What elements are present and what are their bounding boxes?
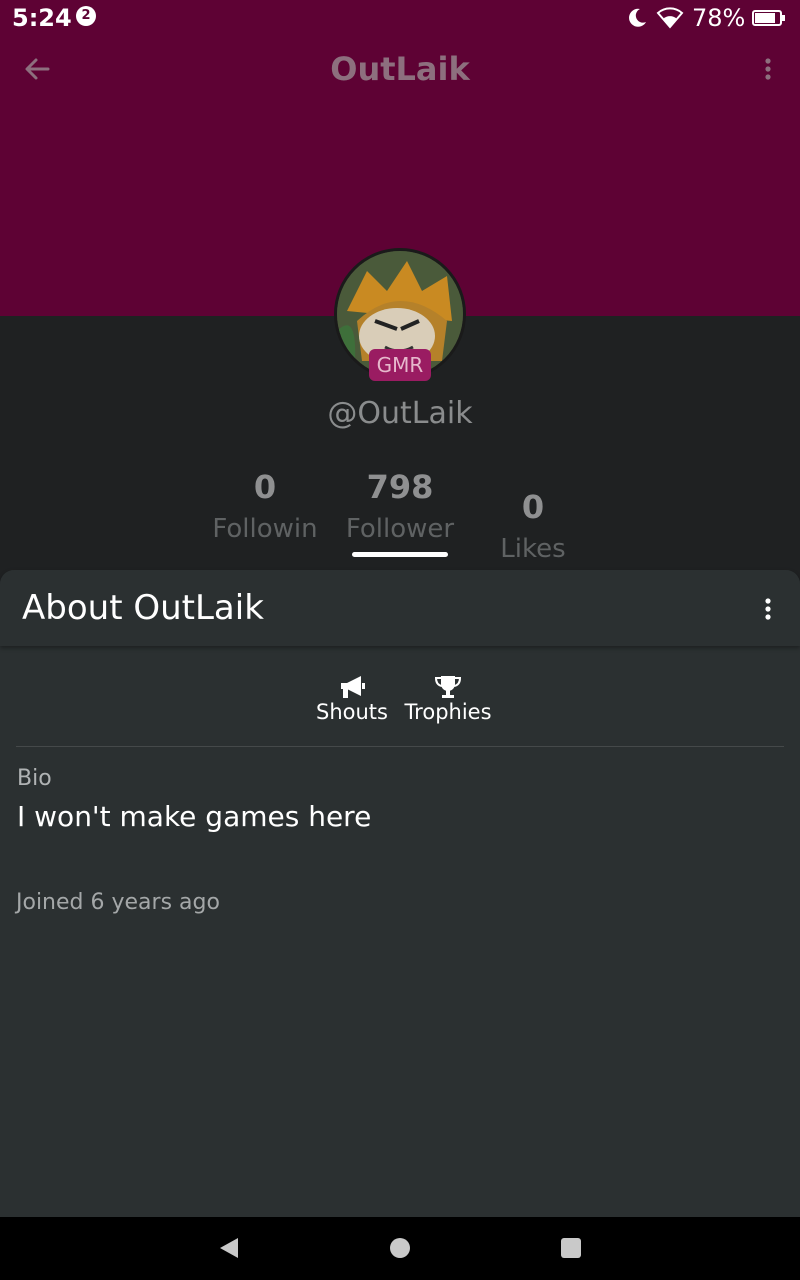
trophy-icon xyxy=(434,676,462,698)
battery-percent: 78% xyxy=(692,4,746,32)
about-sheet-title: About OutLaik xyxy=(22,588,264,628)
bio-label: Bio xyxy=(17,766,52,791)
about-sheet-header: About OutLaik xyxy=(0,570,800,646)
tab-shouts[interactable]: Shouts xyxy=(312,674,392,724)
likes-count: 0 xyxy=(521,488,545,526)
moon-icon xyxy=(629,8,646,27)
likes-label: Likes xyxy=(500,534,566,564)
divider xyxy=(16,746,784,747)
nav-back-icon[interactable] xyxy=(218,1237,240,1259)
app-bar-title: OutLaik xyxy=(330,50,470,88)
profile-username: @OutLaik xyxy=(327,396,473,431)
tab-trophies[interactable]: Trophies xyxy=(400,674,496,724)
nav-recents-icon[interactable] xyxy=(561,1238,581,1258)
sheet-more-options-icon[interactable] xyxy=(756,594,780,624)
active-stat-indicator xyxy=(352,552,448,557)
followers-label: Follower xyxy=(345,514,455,544)
following-stat[interactable]: 0 Followin xyxy=(205,468,325,544)
notification-count-badge: 2 xyxy=(76,6,96,26)
tab-shouts-label: Shouts xyxy=(316,700,388,724)
bio-text: I won't make games here xyxy=(17,800,372,833)
following-count: 0 xyxy=(253,468,277,506)
joined-date: Joined 6 years ago xyxy=(16,890,220,915)
battery-icon xyxy=(752,10,785,26)
system-navigation-bar xyxy=(0,1217,800,1280)
status-bar: 5:24 2 78% xyxy=(0,0,800,38)
about-sheet: About OutLaik Shouts Trophies Bio I won'… xyxy=(0,570,800,1217)
megaphone-icon xyxy=(341,676,365,698)
wifi-icon xyxy=(656,7,684,29)
gmr-badge: GMR xyxy=(369,349,431,381)
followers-stat[interactable]: 798 Follower xyxy=(340,468,460,544)
following-label: Followin xyxy=(212,514,318,544)
nav-home-icon[interactable] xyxy=(390,1238,410,1258)
tab-trophies-label: Trophies xyxy=(404,700,492,724)
status-time: 5:24 xyxy=(12,4,72,32)
more-options-icon[interactable] xyxy=(756,54,780,84)
likes-stat[interactable]: 0 Likes xyxy=(480,488,586,564)
followers-count: 798 xyxy=(366,468,434,506)
